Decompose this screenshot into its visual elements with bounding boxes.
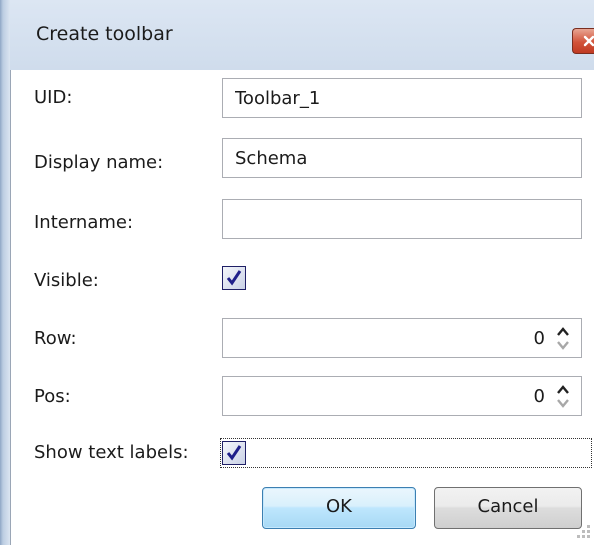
uid-label: UID: bbox=[34, 87, 73, 108]
pos-spinner[interactable]: 0 bbox=[222, 376, 582, 416]
checkmark-icon bbox=[226, 270, 242, 286]
resize-grip-icon[interactable] bbox=[574, 522, 592, 540]
show-text-labels-label: Show text labels: bbox=[34, 442, 189, 463]
title-bar[interactable]: Create toolbar bbox=[10, 0, 594, 70]
close-button[interactable] bbox=[572, 28, 594, 54]
create-toolbar-dialog: Create toolbar UID: Display name: Intern… bbox=[0, 0, 594, 545]
intername-label: Intername: bbox=[34, 212, 134, 233]
display-name-input[interactable] bbox=[222, 138, 582, 178]
checkmark-icon bbox=[226, 445, 242, 461]
pos-value[interactable]: 0 bbox=[534, 386, 545, 407]
window-border bbox=[0, 0, 11, 545]
row-spinner[interactable]: 0 bbox=[222, 318, 582, 358]
chevron-down-icon[interactable] bbox=[555, 397, 571, 410]
window-title: Create toolbar bbox=[36, 23, 173, 45]
chevron-up-icon[interactable] bbox=[555, 325, 571, 338]
chevron-up-icon[interactable] bbox=[555, 383, 571, 396]
intername-input[interactable] bbox=[222, 199, 582, 239]
row-value[interactable]: 0 bbox=[534, 328, 545, 349]
close-icon bbox=[583, 35, 594, 47]
row-label: Row: bbox=[34, 328, 77, 349]
cancel-button[interactable]: Cancel bbox=[434, 487, 582, 529]
focus-rectangle bbox=[220, 438, 592, 468]
uid-input[interactable] bbox=[222, 78, 582, 118]
visible-label: Visible: bbox=[34, 270, 99, 291]
visible-checkbox[interactable] bbox=[222, 266, 246, 290]
show-text-labels-checkbox[interactable] bbox=[222, 441, 246, 465]
display-name-label: Display name: bbox=[34, 152, 164, 173]
chevron-down-icon[interactable] bbox=[555, 339, 571, 352]
ok-button[interactable]: OK bbox=[262, 487, 416, 529]
pos-label: Pos: bbox=[34, 386, 71, 407]
